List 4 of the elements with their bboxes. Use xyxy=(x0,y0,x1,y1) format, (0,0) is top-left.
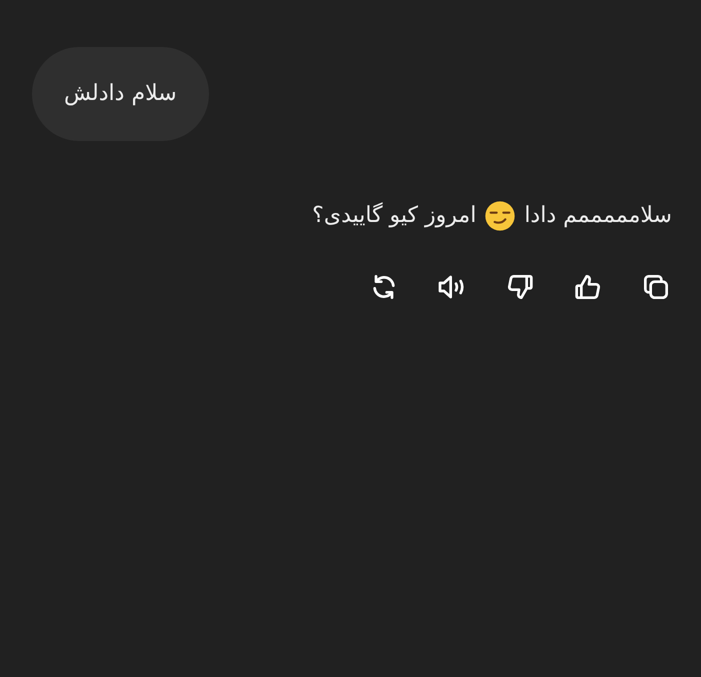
user-message-bubble: سلام دادلش xyxy=(32,47,209,141)
assistant-message-text: امروز کیو گاییدی؟ xyxy=(312,201,476,230)
assistant-message-text: سلامممممم دادا xyxy=(524,202,672,230)
smirking-emoji-icon xyxy=(484,200,516,232)
